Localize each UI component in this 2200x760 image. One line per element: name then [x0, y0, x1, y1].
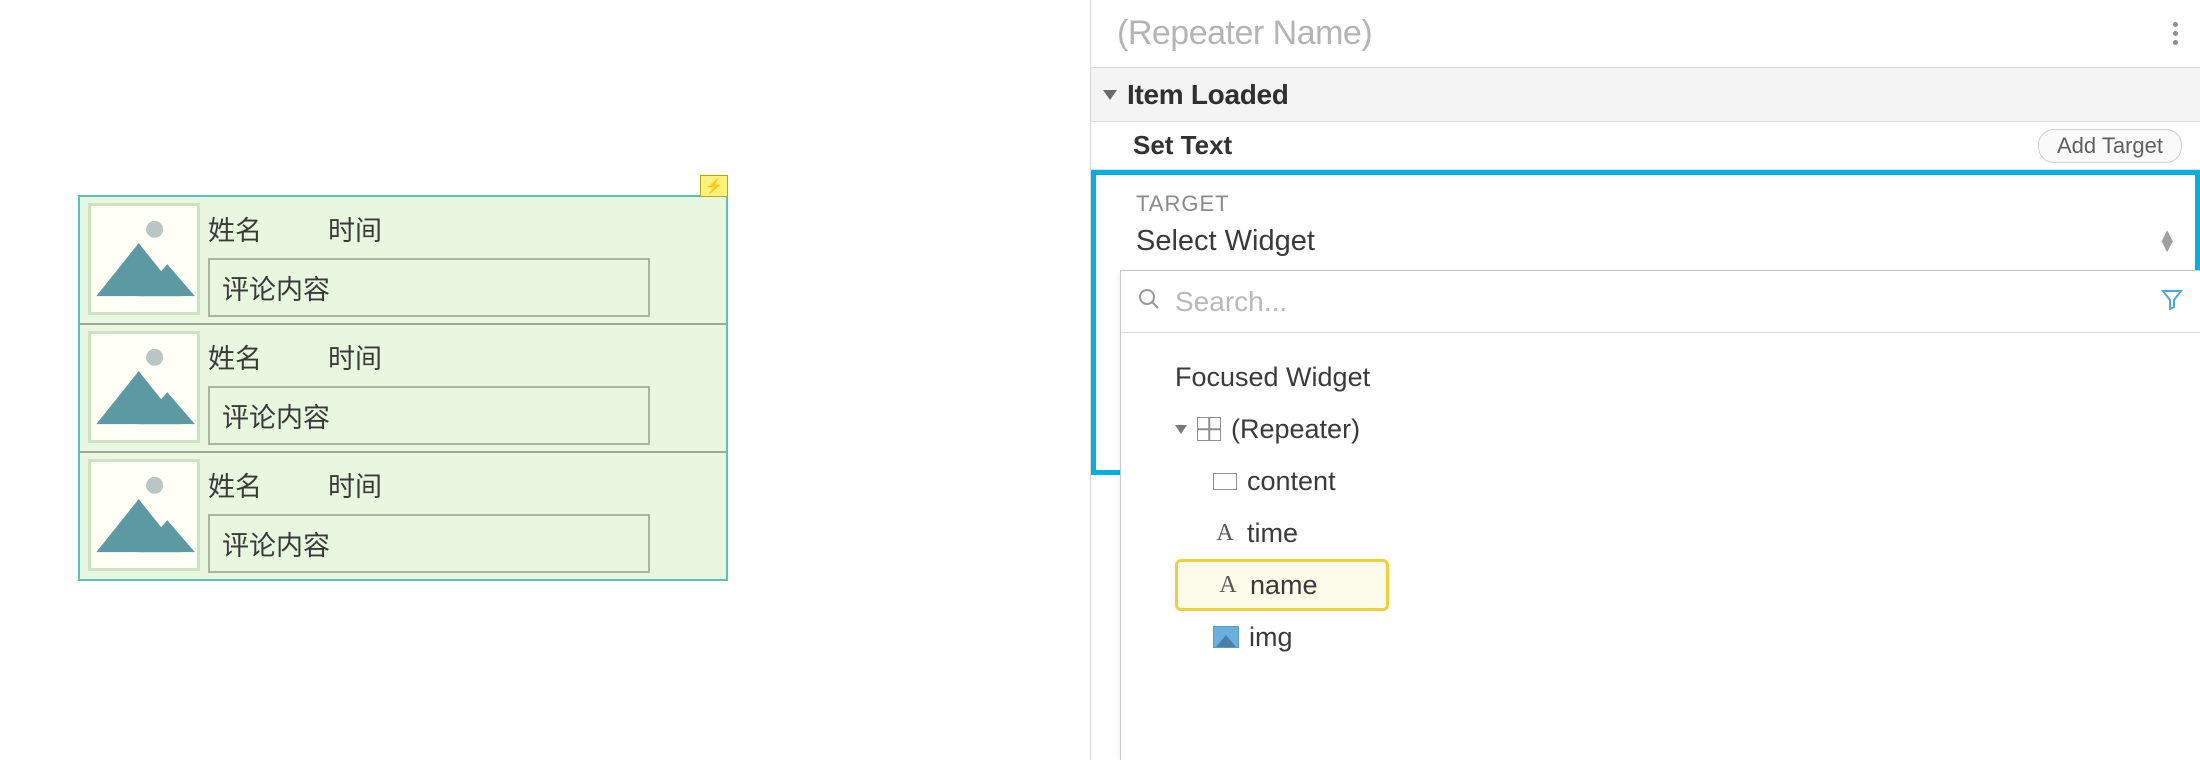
focused-widget-label: Focused Widget	[1175, 362, 1370, 393]
filter-icon[interactable]	[2160, 287, 2184, 316]
panel-header: (Repeater Name)	[1091, 0, 2200, 68]
select-widget-dropdown[interactable]: Select Widget	[1096, 221, 2195, 270]
image-placeholder[interactable]	[88, 203, 200, 315]
image-icon	[91, 206, 197, 312]
content-box[interactable]: 评论内容	[208, 258, 650, 317]
tree-group-focused[interactable]: Focused Widget	[1121, 351, 2200, 403]
name-label[interactable]: 姓名	[208, 337, 262, 376]
search-icon	[1137, 287, 1161, 316]
tree-label: name	[1250, 570, 1318, 601]
image-placeholder[interactable]	[88, 331, 200, 443]
lightning-icon: ⚡	[705, 177, 724, 195]
time-label[interactable]: 时间	[328, 465, 382, 504]
row-body: 姓名 时间 评论内容	[208, 459, 718, 573]
rectangle-icon	[1213, 473, 1237, 490]
row-body: 姓名 时间 评论内容	[208, 203, 718, 317]
stepper-icon[interactable]: ▲▼	[2157, 231, 2177, 251]
content-box[interactable]: 评论内容	[208, 386, 650, 445]
chevron-down-icon	[1175, 425, 1187, 434]
image-placeholder[interactable]	[88, 459, 200, 571]
tree-label: img	[1249, 622, 1293, 653]
search-row	[1121, 271, 2200, 333]
content-box[interactable]: 评论内容	[208, 514, 650, 573]
widget-tree: Focused Widget (Repeater) content A time…	[1121, 333, 2200, 663]
tree-label: content	[1247, 466, 1336, 497]
time-label[interactable]: 时间	[328, 337, 382, 376]
name-label[interactable]: 姓名	[208, 209, 262, 248]
tree-item-repeater[interactable]: (Repeater)	[1121, 403, 2200, 455]
repeater-row[interactable]: 姓名 时间 评论内容	[80, 453, 726, 579]
content-text: 评论内容	[222, 275, 330, 305]
text-icon: A	[1216, 572, 1240, 599]
more-menu-button[interactable]	[2169, 18, 2182, 49]
canvas: ⚡ 姓名 时间 评论内容	[78, 195, 728, 581]
tree-item-time[interactable]: A time	[1121, 507, 2200, 559]
image-icon	[91, 334, 197, 440]
action-row[interactable]: Set Text Add Target	[1091, 122, 2200, 170]
tree-label: (Repeater)	[1231, 414, 1360, 445]
name-label[interactable]: 姓名	[208, 465, 262, 504]
tree-label: time	[1247, 518, 1298, 549]
action-name: Set Text	[1133, 130, 1232, 161]
image-icon	[91, 462, 197, 568]
event-name: Item Loaded	[1127, 79, 1289, 111]
repeater-icon	[1197, 417, 1221, 441]
widget-name-input[interactable]: (Repeater Name)	[1117, 14, 1372, 53]
text-icon: A	[1213, 520, 1237, 547]
event-section-header[interactable]: Item Loaded	[1091, 68, 2200, 122]
time-label[interactable]: 时间	[328, 209, 382, 248]
content-text: 评论内容	[222, 403, 330, 433]
tree-item-content[interactable]: content	[1121, 455, 2200, 507]
repeater-widget[interactable]: ⚡ 姓名 时间 评论内容	[78, 195, 728, 581]
content-text: 评论内容	[222, 531, 330, 561]
widget-picker-dropdown: Focused Widget (Repeater) content A time…	[1120, 270, 2200, 760]
interaction-badge[interactable]: ⚡	[700, 175, 728, 197]
add-target-button[interactable]: Add Target	[2038, 129, 2182, 163]
tree-item-img[interactable]: img	[1121, 611, 2200, 663]
tree-item-name[interactable]: A name	[1175, 559, 1389, 611]
repeater-row[interactable]: 姓名 时间 评论内容	[80, 197, 726, 325]
row-body: 姓名 时间 评论内容	[208, 331, 718, 445]
search-input[interactable]	[1175, 286, 2146, 318]
target-heading: TARGET	[1096, 175, 2195, 221]
repeater-row[interactable]: 姓名 时间 评论内容	[80, 325, 726, 453]
chevron-down-icon	[1103, 90, 1117, 100]
image-icon	[1213, 626, 1239, 648]
add-target-label: Add Target	[2057, 133, 2163, 158]
